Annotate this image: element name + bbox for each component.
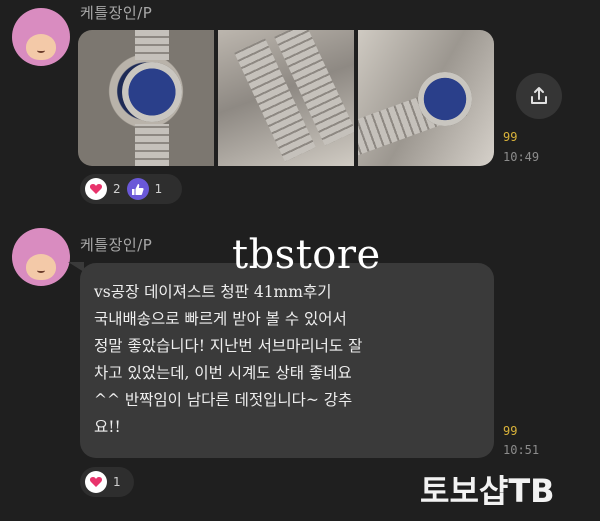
watch-dial [418,72,472,126]
watch-band [135,124,169,166]
watermark-center: tbstore [232,232,381,278]
watch-photo-2[interactable] [218,30,354,166]
watch-dial [122,62,182,122]
share-icon [531,87,547,104]
timestamp: 10:49 [503,150,540,164]
reaction-bar[interactable]: 1 [80,467,134,497]
avatar[interactable] [12,8,70,66]
watch-photo-1[interactable] [78,30,214,166]
heart-icon[interactable] [85,471,107,493]
avatar-mouth [37,48,45,53]
reaction-bar[interactable]: 2 1 [80,174,182,204]
message-text: vs공장 데이져스트 청판 41mm후기 국내배송으로 빠르게 받아 볼 수 있… [94,283,363,436]
heart-count: 2 [113,182,121,196]
photo-grid[interactable] [78,30,494,166]
avatar-face [26,34,56,60]
message-bubble[interactable]: vs공장 데이져스트 청판 41mm후기 국내배송으로 빠르게 받아 볼 수 있… [80,263,494,458]
watch-band [135,30,169,60]
avatar-face [26,254,56,280]
read-count: 99 [503,130,518,144]
timestamp: 10:51 [503,443,540,457]
avatar[interactable] [12,228,70,286]
thumbs-up-count: 1 [154,182,163,196]
watermark-corner: 토보샵TB [420,472,555,510]
sender-name: 케틀장인/P [80,236,153,254]
heart-count: 1 [113,475,121,489]
heart-icon[interactable] [85,178,107,200]
read-count: 99 [503,424,518,438]
thumbs-up-icon[interactable] [126,178,149,200]
watch-photo-3[interactable] [358,30,494,166]
sender-name: 케틀장인/P [80,4,153,22]
avatar-mouth [37,268,45,273]
share-button[interactable] [516,73,562,119]
